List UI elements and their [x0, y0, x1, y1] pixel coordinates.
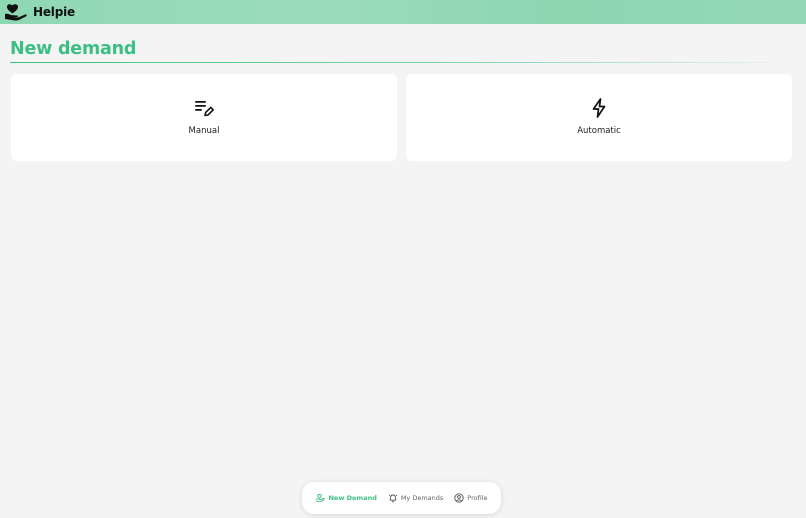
bottom-navigation: New Demand My Demands Profile: [302, 482, 501, 514]
app-logo[interactable]: Helpie: [4, 3, 75, 21]
nav-item-profile[interactable]: Profile: [454, 493, 488, 503]
automatic-option-label: Automatic: [577, 126, 621, 136]
user-circle-icon: [454, 493, 464, 503]
title-divider: [10, 62, 770, 63]
page-title: New demand: [10, 39, 137, 59]
list-edit-icon: [195, 101, 214, 117]
app-name: Helpie: [33, 5, 75, 19]
nav-item-my-demands[interactable]: My Demands: [388, 493, 443, 503]
manual-option-card[interactable]: Manual: [11, 74, 397, 161]
nav-item-label: Profile: [467, 494, 488, 502]
bell-icon: [388, 494, 398, 503]
heart-hand-icon: [5, 4, 27, 21]
automatic-option-card[interactable]: Automatic: [406, 74, 792, 161]
app-header: Helpie: [0, 0, 806, 24]
nav-item-new-demand[interactable]: New Demand: [315, 493, 377, 503]
hand-heart-icon: [316, 494, 326, 503]
nav-item-label: My Demands: [400, 494, 444, 502]
manual-option-label: Manual: [188, 126, 220, 136]
nav-item-label: New Demand: [328, 494, 377, 502]
lightning-icon: [592, 98, 606, 118]
